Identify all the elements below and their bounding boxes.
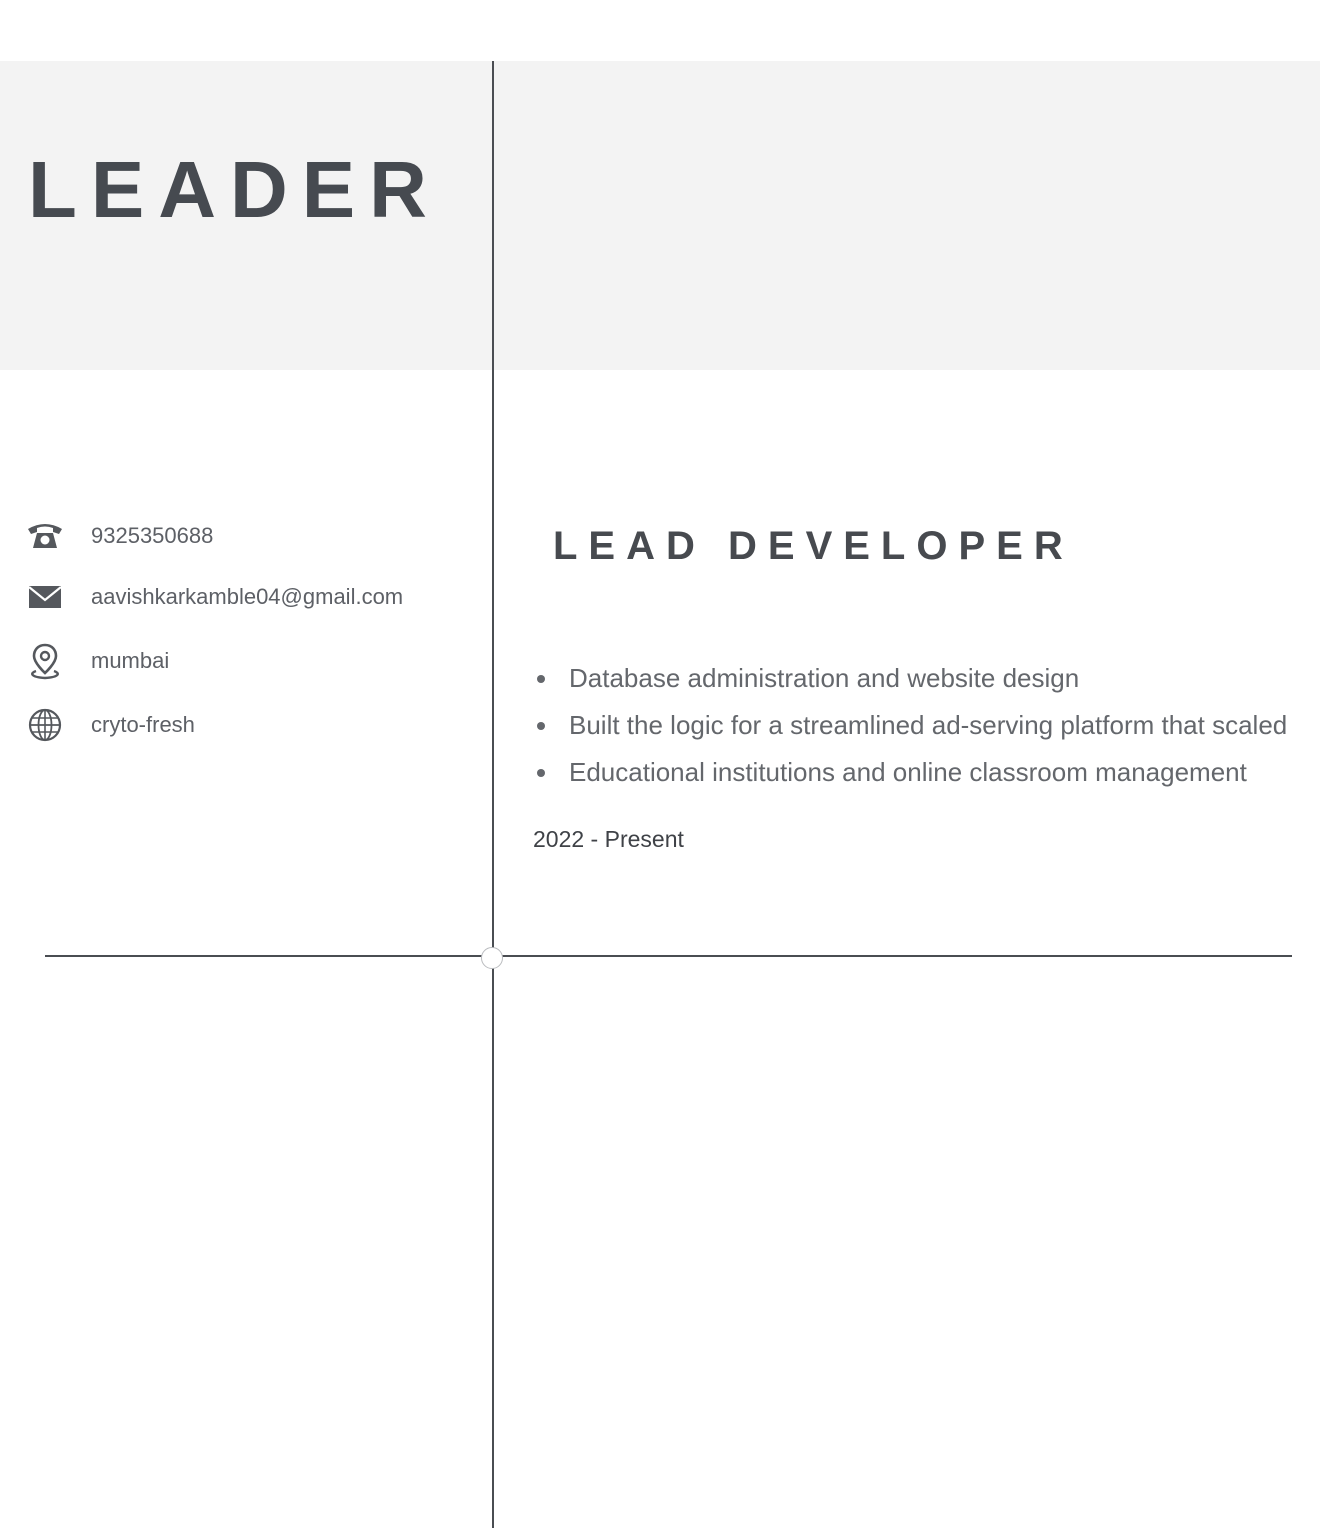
list-item: Built the logic for a streamlined ad-ser… [533, 703, 1320, 750]
experience-bullets: Database administration and website desi… [533, 656, 1320, 797]
location-pin-icon [26, 642, 64, 680]
timeline-node [481, 947, 503, 969]
mail-icon [26, 578, 64, 616]
list-item: Educational institutions and online clas… [533, 750, 1320, 797]
phone-text: 9325350688 [91, 523, 214, 548]
name-heading: LEADER [28, 145, 441, 234]
bullet-text: Database administration and website desi… [569, 663, 1080, 693]
contact-location: mumbai [26, 641, 169, 681]
bullet-dot [537, 769, 545, 777]
location-text: mumbai [91, 648, 170, 673]
vertical-divider [492, 61, 494, 1528]
contact-website: cryto-fresh [26, 705, 195, 745]
phone-icon [26, 517, 64, 555]
list-item: Database administration and website desi… [533, 656, 1320, 703]
website-text: cryto-fresh [91, 712, 195, 737]
horizontal-divider [45, 955, 1292, 957]
bullet-text: Built the logic for a streamlined ad-ser… [569, 710, 1288, 740]
email-text: aavishkarkamble04@gmail.com [91, 584, 404, 609]
bullet-text: Educational institutions and online clas… [569, 757, 1247, 787]
globe-icon [26, 706, 64, 744]
bullet-dot [537, 675, 545, 683]
bullet-dot [537, 722, 545, 730]
contact-email: aavishkarkamble04@gmail.com [26, 577, 403, 617]
experience-dates: 2022 - Present [533, 826, 684, 852]
contact-phone: 9325350688 [26, 516, 213, 556]
job-title: LEAD DEVELOPER [553, 524, 1074, 568]
